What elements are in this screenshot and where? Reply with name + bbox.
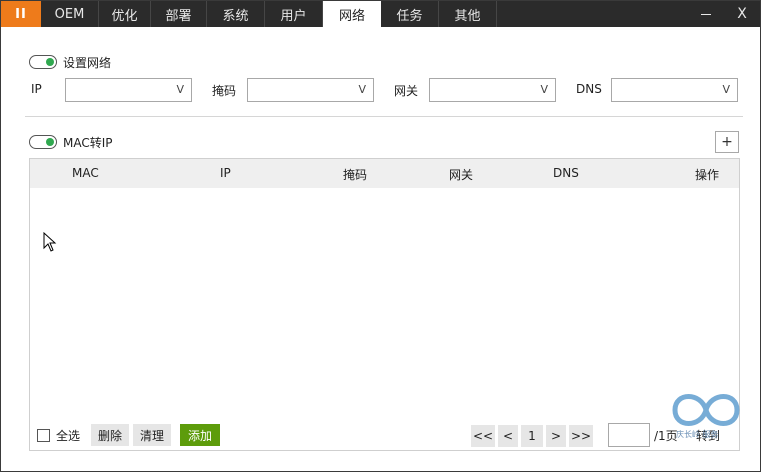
column-header-ip: IP xyxy=(220,166,231,180)
tab-user[interactable]: 用户 xyxy=(265,1,323,27)
tab-bar: II OEM 优化 部署 系统 用户 网络 任务 其他 X xyxy=(1,1,760,27)
chevron-down-icon: V xyxy=(722,83,730,96)
column-header-mac: MAC xyxy=(72,166,99,180)
mask-select[interactable]: V xyxy=(247,78,374,102)
column-header-gateway: 网关 xyxy=(449,168,474,182)
dns-select[interactable]: V xyxy=(611,78,738,102)
tab-optimize[interactable]: 优化 xyxy=(99,1,151,27)
tab-oem[interactable]: OEM xyxy=(41,1,99,27)
tab-deploy[interactable]: 部署 xyxy=(151,1,207,27)
select-all-checkbox[interactable] xyxy=(37,429,50,442)
tab-task[interactable]: 任务 xyxy=(381,1,439,27)
section-divider xyxy=(25,116,743,117)
chevron-down-icon: V xyxy=(358,83,366,96)
toggle-knob xyxy=(46,58,54,66)
minimize-icon xyxy=(701,13,711,15)
first-page-button[interactable]: << xyxy=(471,425,495,447)
gateway-select[interactable]: V xyxy=(429,78,556,102)
network-settings-label: 设置网络 xyxy=(63,56,112,70)
ip-label: IP xyxy=(31,82,42,96)
watermark-text: 庆长岭 服务 xyxy=(676,430,719,439)
dns-label: DNS xyxy=(576,82,602,96)
tab-system[interactable]: 系统 xyxy=(207,1,265,27)
mac-to-ip-label: MAC转IP xyxy=(63,136,113,150)
close-button[interactable]: X xyxy=(724,1,760,27)
column-header-mask: 掩码 xyxy=(343,168,368,182)
clear-button[interactable]: 清理 xyxy=(133,424,171,446)
chevron-down-icon: V xyxy=(540,83,548,96)
column-header-dns: DNS xyxy=(553,166,579,180)
add-row-button[interactable]: + xyxy=(715,131,739,153)
prev-page-button[interactable]: < xyxy=(498,425,518,447)
mouse-cursor-icon xyxy=(43,232,57,252)
tab-network[interactable]: 网络 xyxy=(323,1,381,27)
current-page[interactable]: 1 xyxy=(521,425,543,447)
mac-to-ip-toggle[interactable] xyxy=(29,135,57,149)
page-number-input[interactable] xyxy=(608,423,650,447)
gateway-label: 网关 xyxy=(394,84,419,98)
next-page-button[interactable]: > xyxy=(546,425,566,447)
select-all-label: 全选 xyxy=(56,429,81,443)
delete-button[interactable]: 删除 xyxy=(91,424,129,446)
last-page-button[interactable]: >> xyxy=(569,425,593,447)
toggle-knob xyxy=(46,138,54,146)
mask-label: 掩码 xyxy=(212,84,237,98)
ip-select[interactable]: V xyxy=(65,78,192,102)
table-header: MAC IP 掩码 网关 DNS 操作 xyxy=(30,159,739,188)
app-logo-button[interactable]: II xyxy=(1,1,41,27)
mac-ip-table: MAC IP 掩码 网关 DNS 操作 xyxy=(29,158,740,451)
minimize-button[interactable] xyxy=(688,1,724,27)
chevron-down-icon: V xyxy=(176,83,184,96)
plus-icon: + xyxy=(721,134,733,150)
column-header-action: 操作 xyxy=(695,168,720,182)
add-button[interactable]: 添加 xyxy=(180,424,220,446)
tab-other[interactable]: 其他 xyxy=(439,1,497,27)
network-settings-toggle[interactable] xyxy=(29,55,57,69)
app-window: II OEM 优化 部署 系统 用户 网络 任务 其他 X 设置网络 IP V … xyxy=(0,0,761,472)
